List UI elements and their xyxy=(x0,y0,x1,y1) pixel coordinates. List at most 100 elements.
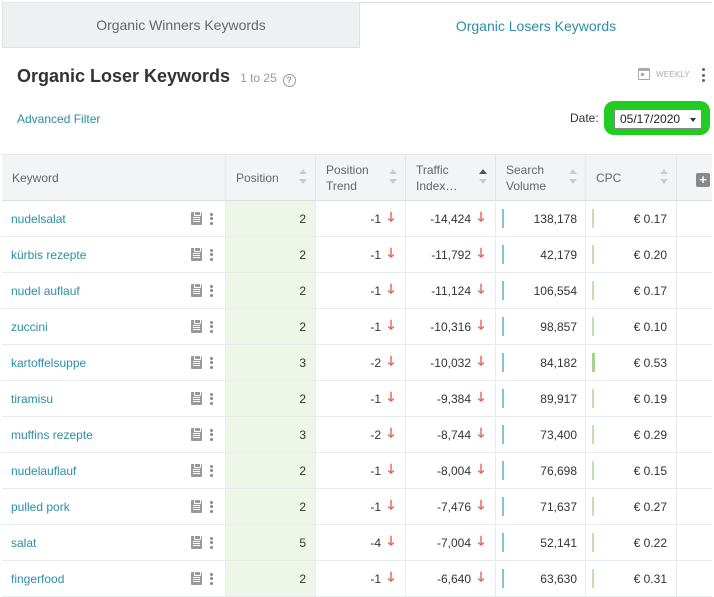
keyword-link[interactable]: zuccini xyxy=(11,320,48,334)
volume-bar xyxy=(502,569,504,588)
keyword-link[interactable]: kartoffelsuppe xyxy=(11,356,86,370)
result-range: 1 to 25 xyxy=(240,71,277,85)
traffic-value: -11,792 xyxy=(431,247,471,262)
clipboard-icon[interactable] xyxy=(191,211,202,225)
clipboard-icon[interactable] xyxy=(191,355,202,369)
volume-bar xyxy=(502,281,504,300)
position-trend-cell: -1 🡓 xyxy=(316,201,406,236)
cpc-bar xyxy=(592,209,594,228)
keyword-link[interactable]: nudelauflauf xyxy=(11,464,76,478)
more-options-icon[interactable] xyxy=(701,68,705,82)
keyword-link[interactable]: nudelsalat xyxy=(11,212,66,226)
clipboard-icon[interactable] xyxy=(191,499,202,513)
down-arrow-icon: 🡓 xyxy=(477,352,485,368)
search-volume-cell: 138,178 xyxy=(496,201,586,236)
clipboard-icon[interactable] xyxy=(191,283,202,297)
date-select[interactable]: 05/17/2020 xyxy=(614,109,702,129)
down-arrow-icon: 🡓 xyxy=(387,352,395,368)
cpc-value: € 0.17 xyxy=(633,283,667,298)
cpc-bar xyxy=(592,497,594,516)
keyword-link[interactable]: nudel auflauf xyxy=(11,284,80,298)
traffic-value: -7,476 xyxy=(436,499,471,514)
keyword-cell: salat xyxy=(2,525,226,560)
column-search-volume[interactable]: Search Volume xyxy=(496,155,586,201)
search-volume-cell: 84,182 xyxy=(496,345,586,380)
volume-value: 52,141 xyxy=(540,535,577,550)
down-arrow-icon: 🡓 xyxy=(477,244,485,260)
keyword-link[interactable]: fingerfood xyxy=(11,572,64,586)
keyword-cell: nudelauflauf xyxy=(2,453,226,488)
search-volume-cell: 106,554 xyxy=(496,273,586,308)
volume-value: 138,178 xyxy=(533,211,577,226)
traffic-value: -9,384 xyxy=(436,391,471,406)
tab-organic-losers[interactable]: Organic Losers Keywords xyxy=(360,2,712,48)
row-menu-icon[interactable] xyxy=(210,572,213,585)
table-row: tiramisu 2 -1 🡓 -9,384 🡓 89,917 € 0.19 xyxy=(2,381,712,417)
cpc-value: € 0.22 xyxy=(633,535,667,550)
clipboard-icon[interactable] xyxy=(191,247,202,261)
row-menu-icon[interactable] xyxy=(210,248,213,261)
trend-value: -4 xyxy=(370,535,381,550)
volume-bar xyxy=(502,533,504,552)
row-menu-icon[interactable] xyxy=(210,536,213,549)
add-column-icon[interactable]: + xyxy=(696,173,710,187)
position-cell: 2 xyxy=(226,489,316,524)
sort-icon xyxy=(299,169,307,184)
keyword-link[interactable]: pulled pork xyxy=(11,500,70,514)
down-arrow-icon: 🡓 xyxy=(477,316,485,332)
clipboard-icon[interactable] xyxy=(191,427,202,441)
row-menu-icon[interactable] xyxy=(210,392,213,405)
help-icon[interactable]: ? xyxy=(282,74,296,87)
keyword-cell: pulled pork xyxy=(2,489,226,524)
clipboard-icon[interactable] xyxy=(191,571,202,585)
search-volume-cell: 63,630 xyxy=(496,561,586,596)
column-keyword[interactable]: Keyword xyxy=(2,155,226,201)
column-traffic-index[interactable]: Traffic Index… xyxy=(406,155,496,201)
trend-value: -1 xyxy=(370,211,381,226)
position-trend-cell: -1 🡓 xyxy=(316,561,406,596)
empty-cell xyxy=(677,309,712,344)
search-volume-cell: 89,917 xyxy=(496,381,586,416)
clipboard-icon[interactable] xyxy=(191,535,202,549)
search-volume-cell: 42,179 xyxy=(496,237,586,272)
row-menu-icon[interactable] xyxy=(210,500,213,513)
row-menu-icon[interactable] xyxy=(210,284,213,297)
search-volume-cell: 73,400 xyxy=(496,417,586,452)
trend-value: -1 xyxy=(370,463,381,478)
keyword-link[interactable]: salat xyxy=(11,536,36,550)
position-cell: 3 xyxy=(226,417,316,452)
table-row: fingerfood 2 -1 🡓 -6,640 🡓 63,630 € 0.31 xyxy=(2,561,712,597)
cpc-value: € 0.17 xyxy=(633,211,667,226)
row-menu-icon[interactable] xyxy=(210,356,213,369)
keyword-link[interactable]: tiramisu xyxy=(11,392,53,406)
page-title: Organic Loser Keywords xyxy=(17,66,231,86)
advanced-filter-link[interactable]: Advanced Filter xyxy=(17,112,100,126)
row-menu-icon[interactable] xyxy=(210,464,213,477)
row-menu-icon[interactable] xyxy=(210,428,213,441)
cpc-cell: € 0.29 xyxy=(586,417,677,452)
panel-header: Organic Loser Keywords 1 to 25 ? xyxy=(17,66,296,88)
row-menu-icon[interactable] xyxy=(210,212,213,225)
cpc-bar xyxy=(592,317,594,336)
traffic-index-cell: -11,124 🡓 xyxy=(406,273,496,308)
clipboard-icon[interactable] xyxy=(191,319,202,333)
traffic-index-cell: -10,316 🡓 xyxy=(406,309,496,344)
row-menu-icon[interactable] xyxy=(210,320,213,333)
column-position[interactable]: Position xyxy=(226,155,316,201)
volume-value: 63,630 xyxy=(540,571,577,586)
keyword-cell: nudel auflauf xyxy=(2,273,226,308)
down-arrow-icon: 🡓 xyxy=(387,244,395,260)
column-cpc[interactable]: CPC xyxy=(586,155,677,201)
clipboard-icon[interactable] xyxy=(191,391,202,405)
empty-cell xyxy=(677,417,712,452)
traffic-value: -10,316 xyxy=(430,319,471,334)
tab-organic-winners[interactable]: Organic Winners Keywords xyxy=(2,2,360,48)
volume-bar xyxy=(502,425,504,444)
column-position-trend[interactable]: Position Trend xyxy=(316,155,406,201)
weekly-toggle[interactable]: WEEKLY xyxy=(638,68,690,80)
down-arrow-icon: 🡓 xyxy=(477,280,485,296)
down-arrow-icon: 🡓 xyxy=(477,424,485,440)
keyword-link[interactable]: kürbis rezepte xyxy=(11,248,86,262)
clipboard-icon[interactable] xyxy=(191,463,202,477)
keyword-link[interactable]: muffins rezepte xyxy=(11,428,93,442)
